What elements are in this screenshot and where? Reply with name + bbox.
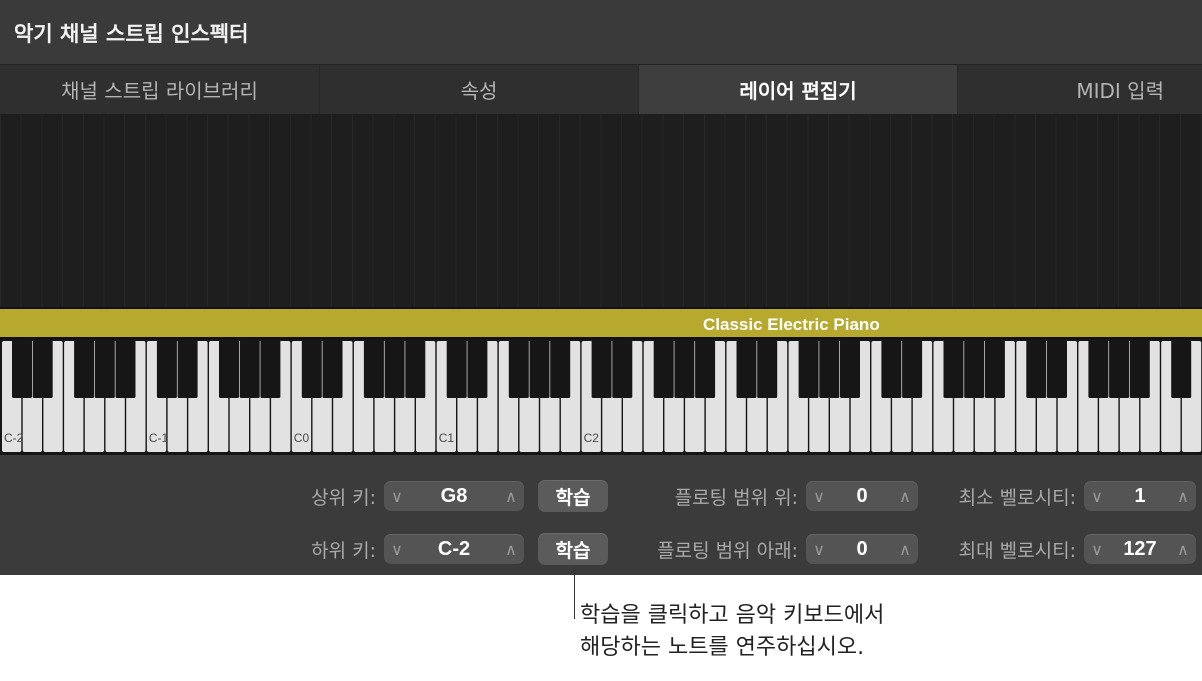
black-key[interactable] (591, 339, 612, 398)
min-velocity-stepper: ∨ 1 ∧ (1084, 481, 1196, 511)
black-key[interactable] (219, 339, 239, 398)
tab-midi-input[interactable]: MIDI 입력 (958, 65, 1202, 114)
chevron-down-icon[interactable]: ∨ (384, 534, 410, 564)
tab-attributes[interactable]: 속성 (320, 65, 639, 114)
upper-key-label: 상위 키: (311, 487, 376, 509)
black-key[interactable] (736, 339, 757, 398)
black-key[interactable] (695, 339, 716, 398)
black-key[interactable] (757, 339, 778, 398)
max-velocity-stepper: ∨ 127 ∧ (1084, 534, 1196, 564)
min-velocity-value[interactable]: 1 (1110, 481, 1170, 511)
tab-layer-editor[interactable]: 레이어 편집기 (639, 65, 958, 114)
callout-line-2: 해당하는 노트를 연주하십시오. (580, 635, 865, 660)
black-key[interactable] (943, 339, 964, 398)
black-key[interactable] (32, 339, 53, 398)
black-key[interactable] (239, 339, 260, 398)
black-key[interactable] (1129, 339, 1150, 398)
black-key[interactable] (74, 339, 95, 398)
black-key[interactable] (984, 339, 1005, 398)
black-key[interactable] (94, 339, 115, 398)
float-down-label: 플로팅 범위 아래: (657, 540, 798, 562)
black-key[interactable] (177, 339, 198, 398)
chevron-down-icon[interactable]: ∨ (806, 481, 832, 511)
black-key[interactable] (1047, 339, 1067, 398)
black-key[interactable] (260, 339, 281, 398)
lower-key-label: 하위 키: (311, 540, 376, 562)
chevron-up-icon[interactable]: ∧ (892, 481, 918, 511)
black-key[interactable] (301, 339, 322, 398)
black-key[interactable] (964, 339, 985, 398)
octave-label: C-2 (4, 431, 24, 445)
black-key[interactable] (1026, 339, 1047, 398)
black-key[interactable] (363, 339, 384, 398)
black-key[interactable] (612, 339, 633, 398)
black-key[interactable] (12, 339, 32, 398)
float-up-label: 플로팅 범위 위: (674, 487, 798, 509)
octave-label: C-1 (149, 431, 169, 445)
chevron-down-icon[interactable]: ∨ (806, 534, 832, 564)
callout-text: 학습을 클릭하고 음악 키보드에서 해당하는 노트를 연주하십시오. (580, 600, 884, 664)
chevron-up-icon[interactable]: ∧ (498, 481, 524, 511)
lower-key-value[interactable]: C-2 (410, 534, 498, 564)
black-key[interactable] (881, 339, 902, 398)
chevron-down-icon[interactable]: ∨ (1084, 534, 1110, 564)
black-key[interactable] (1109, 339, 1130, 398)
tab-channel-strip-library[interactable]: 채널 스트립 라이브러리 (0, 65, 320, 114)
chevron-up-icon[interactable]: ∧ (892, 534, 918, 564)
chevron-down-icon[interactable]: ∨ (1084, 481, 1110, 511)
black-key[interactable] (446, 339, 467, 398)
key-range-controls: 상위 키: ∨ G8 ∧ 학습 플로팅 범위 위: ∨ 0 ∧ 최소 벨로시티:… (0, 456, 1202, 575)
lower-key-stepper: ∨ C-2 ∧ (384, 534, 524, 564)
black-key[interactable] (405, 339, 426, 398)
layer-area[interactable] (0, 114, 1202, 307)
float-up-stepper: ∨ 0 ∧ (806, 481, 918, 511)
max-velocity-label: 최대 벨로시티: (958, 540, 1076, 562)
black-key[interactable] (840, 339, 860, 398)
max-velocity-value[interactable]: 127 (1110, 534, 1170, 564)
octave-label: C2 (584, 431, 600, 445)
float-down-value[interactable]: 0 (832, 534, 892, 564)
callout-line (574, 567, 575, 619)
piano-keyboard[interactable]: C-2 C-1 C0 C1 C2 (0, 339, 1202, 455)
black-key[interactable] (467, 339, 488, 398)
upper-key-stepper: ∨ G8 ∧ (384, 481, 524, 511)
lower-key-learn-button[interactable]: 학습 (538, 533, 608, 565)
black-key[interactable] (508, 339, 529, 398)
chevron-up-icon[interactable]: ∧ (498, 534, 524, 564)
float-up-value[interactable]: 0 (832, 481, 892, 511)
tab-bar: 채널 스트립 라이브러리 속성 레이어 편집기 MIDI 입력 (0, 64, 1202, 115)
callout-line-1: 학습을 클릭하고 음악 키보드에서 (580, 603, 885, 628)
black-key[interactable] (550, 339, 571, 398)
black-key[interactable] (674, 339, 695, 398)
black-key[interactable] (1171, 339, 1192, 398)
window-title: 악기 채널 스트립 인스펙터 (14, 22, 249, 46)
layer-bar[interactable]: Classic Electric Piano (0, 307, 1202, 339)
float-down-stepper: ∨ 0 ∧ (806, 534, 918, 564)
upper-key-learn-button[interactable]: 학습 (538, 480, 608, 512)
black-key[interactable] (384, 339, 405, 398)
black-key[interactable] (156, 339, 177, 398)
black-key[interactable] (529, 339, 550, 398)
octave-label: C1 (439, 431, 455, 445)
chevron-down-icon[interactable]: ∨ (384, 481, 410, 511)
chevron-up-icon[interactable]: ∧ (1170, 481, 1196, 511)
title-bar: 악기 채널 스트립 인스펙터 (0, 0, 1202, 64)
layer-name: Classic Electric Piano (703, 315, 880, 334)
min-velocity-label: 최소 벨로시티: (958, 487, 1076, 509)
black-key[interactable] (819, 339, 840, 398)
black-key[interactable] (1088, 339, 1109, 398)
black-key[interactable] (798, 339, 819, 398)
black-key[interactable] (902, 339, 923, 398)
black-key[interactable] (115, 339, 136, 398)
black-key[interactable] (653, 339, 674, 398)
octave-label: C0 (294, 431, 310, 445)
upper-key-value[interactable]: G8 (410, 481, 498, 511)
chevron-up-icon[interactable]: ∧ (1170, 534, 1196, 564)
layer-editor-panel: 악기 채널 스트립 인스펙터 채널 스트립 라이브러리 속성 레이어 편집기 M… (0, 0, 1202, 575)
black-key[interactable] (322, 339, 343, 398)
